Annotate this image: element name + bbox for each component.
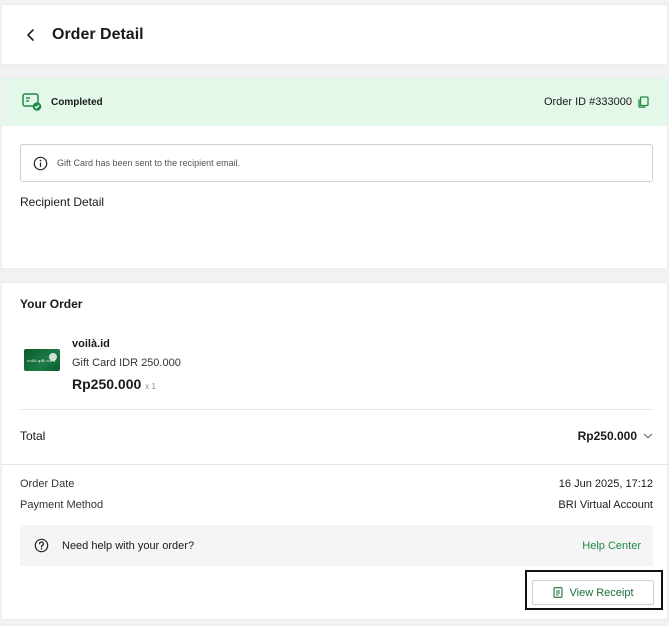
total-row: Total Rp250.000 xyxy=(20,429,653,443)
back-button[interactable] xyxy=(22,26,40,44)
status-label: Completed xyxy=(51,96,103,108)
info-icon xyxy=(33,156,48,171)
total-label: Total xyxy=(20,429,46,443)
order-id: Order ID #333000 xyxy=(544,96,649,108)
item-brand: voilà.id xyxy=(72,338,110,350)
flower-icon xyxy=(49,353,57,361)
question-icon xyxy=(34,538,49,553)
item-quantity: x 1 xyxy=(145,382,156,391)
view-receipt-label: View Receipt xyxy=(569,586,634,599)
status-card: Completed Order ID #333000 Gift Card has… xyxy=(1,77,668,269)
header-bar: Order Detail xyxy=(1,4,668,65)
order-date-label: Order Date xyxy=(20,478,75,490)
item-info: voilà.id Gift Card IDR 250.000 Rp250.000… xyxy=(72,337,181,392)
status-bar: Completed Order ID #333000 xyxy=(2,78,667,126)
status-group: Completed xyxy=(22,92,103,112)
payment-method-row: Payment Method BRI Virtual Account xyxy=(20,499,653,511)
divider xyxy=(2,464,669,465)
item-price: Rp250.000 xyxy=(72,376,142,392)
chevron-down-icon xyxy=(643,431,653,441)
your-order-title: Your Order xyxy=(20,297,83,311)
order-card: Your Order voilà gift card voilà.id Gift… xyxy=(1,282,669,620)
help-text: Need help with your order? xyxy=(62,539,195,552)
order-date-row: Order Date 16 Jun 2025, 17:12 xyxy=(20,478,653,490)
page-title: Order Detail xyxy=(52,25,144,43)
order-date-value: 16 Jun 2025, 17:12 xyxy=(558,478,653,490)
help-box: Need help with your order? Help Center xyxy=(20,525,653,566)
divider xyxy=(20,409,653,410)
view-receipt-button[interactable]: View Receipt xyxy=(532,580,654,605)
help-group: Need help with your order? xyxy=(34,538,194,553)
receipt-icon xyxy=(552,587,563,598)
total-toggle[interactable]: Rp250.000 xyxy=(578,429,653,443)
item-name: Gift Card IDR 250.000 xyxy=(72,357,181,369)
gift-card-check-icon xyxy=(22,92,42,112)
gift-card-thumbnail: voilà gift card xyxy=(24,349,60,371)
notice-text: Gift Card has been sent to the recipient… xyxy=(57,158,241,168)
order-item: voilà gift card voilà.id Gift Card IDR 2… xyxy=(24,337,181,392)
recipient-detail-title: Recipient Detail xyxy=(20,195,105,209)
payment-method-label: Payment Method xyxy=(20,499,104,511)
copy-icon[interactable] xyxy=(637,96,649,108)
notice-box: Gift Card has been sent to the recipient… xyxy=(20,144,653,182)
item-price-row: Rp250.000 x 1 xyxy=(72,376,181,392)
payment-method-value: BRI Virtual Account xyxy=(558,499,653,511)
chevron-left-icon xyxy=(27,28,34,41)
total-value: Rp250.000 xyxy=(577,429,637,443)
help-center-link[interactable]: Help Center xyxy=(582,540,641,552)
order-id-text: Order ID #333000 xyxy=(543,96,632,108)
